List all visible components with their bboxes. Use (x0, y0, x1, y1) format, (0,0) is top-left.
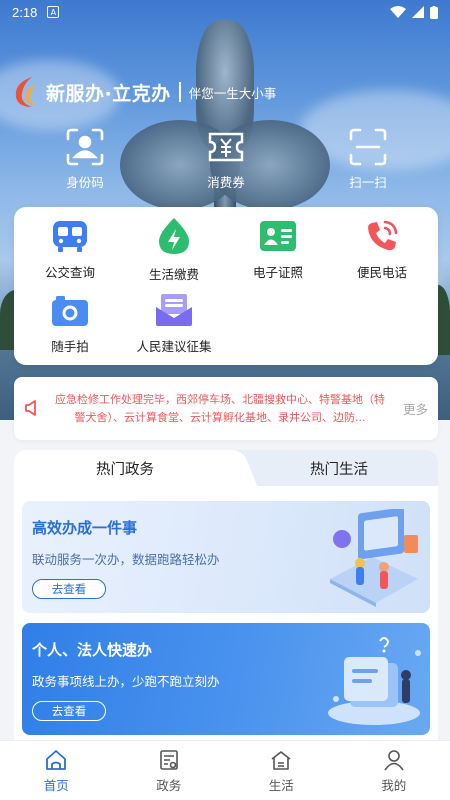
quick-action-label: 消费券 (207, 175, 245, 190)
nav-home[interactable]: 首页 (0, 741, 113, 800)
quick-action-scan[interactable]: 扫一扫 (328, 128, 408, 191)
brand-header: 新服办·立克办 伴您一生大小事 (10, 72, 276, 112)
promo-card-efficient[interactable]: 高效办成一件事 联动服务一次办，数据跑路轻松办 去查看 (22, 501, 430, 613)
wifi-icon (390, 6, 406, 18)
notification-badge: A (47, 6, 60, 18)
folder-illustration-icon (328, 637, 421, 725)
tab-label: 热门生活 (310, 461, 368, 478)
nav-life[interactable]: 生活 (225, 741, 338, 800)
notice-more-link[interactable]: 更多 (403, 399, 428, 418)
quick-action-id-code[interactable]: 身份码 (45, 128, 125, 191)
user-icon (384, 750, 404, 771)
tab-hot-life[interactable]: 热门生活 (226, 450, 438, 486)
signal-icon (412, 6, 424, 18)
notice-text: 应急检修工作处理完毕，西郊停车场、北疆搜救中心、特警基地（特警犬舍）、云计算食堂… (55, 393, 385, 424)
camera-icon (52, 296, 88, 326)
status-time: 2:18 (12, 4, 38, 20)
speaker-icon (25, 400, 36, 416)
brand-divider (178, 82, 181, 102)
nav-label: 政务 (156, 778, 182, 793)
tab-label: 热门政务 (96, 461, 154, 478)
promo-subtitle: 联动服务一次办，数据跑路轻松办 (32, 552, 220, 567)
promo-view-button[interactable]: 去查看 (32, 701, 106, 721)
promo-title: 个人、法人快速办 (32, 641, 153, 659)
service-e-license[interactable]: 电子证照 (226, 219, 330, 281)
status-bar: 2:18 A (0, 0, 450, 24)
coupon-icon (208, 132, 244, 162)
bottom-nav: 首页 政务 生活 我的 (0, 740, 450, 800)
nav-label: 首页 (43, 778, 69, 793)
nav-label: 生活 (268, 778, 294, 793)
promo-subtitle: 政务事项线上办，少跑不跑立刻办 (32, 674, 220, 689)
tab-hot-government[interactable]: 热门政务 (14, 450, 236, 486)
quick-action-label: 扫一扫 (349, 175, 387, 190)
service-label: 公交查询 (44, 265, 95, 280)
bus-icon (53, 221, 87, 252)
promo-title: 高效办成一件事 (32, 519, 138, 537)
id-code-icon (66, 128, 104, 166)
mail-icon (156, 294, 192, 326)
promo-view-button[interactable]: 去查看 (32, 579, 106, 599)
promo-card-quick[interactable]: 个人、法人快速办 政务事项线上办，少跑不跑立刻办 去查看 (22, 623, 430, 735)
service-label: 随手拍 (51, 339, 89, 354)
life-icon (271, 751, 291, 770)
service-snapshot[interactable]: 随手拍 (18, 293, 122, 355)
id-card-icon (260, 221, 296, 251)
service-label: 便民电话 (356, 265, 407, 280)
service-illustration-icon (330, 509, 418, 607)
phone-icon (368, 220, 398, 251)
brand-logo-icon (15, 77, 36, 107)
service-bus-query[interactable]: 公交查询 (18, 219, 122, 281)
nav-mine[interactable]: 我的 (338, 741, 450, 800)
service-utility-payment[interactable]: 生活缴费 (122, 217, 226, 283)
bolt-drop-icon (159, 218, 189, 254)
services-card: 公交查询 生活缴费 电子证照 便民电话 随手拍 人民建议征集 (14, 207, 438, 365)
home-icon (46, 750, 67, 770)
service-label: 生活缴费 (148, 267, 199, 282)
document-icon (159, 750, 178, 770)
nav-government[interactable]: 政务 (113, 741, 226, 800)
nav-label: 我的 (381, 778, 407, 793)
quick-action-coupon[interactable]: 消费券 (186, 128, 266, 191)
brand-name: 新服办·立克办 (46, 82, 171, 105)
service-hotline[interactable]: 便民电话 (330, 219, 434, 281)
service-label: 电子证照 (252, 265, 303, 280)
scan-icon (349, 128, 387, 166)
hot-panel: 热门生活 热门政务 高效办成一件事 联动服务一次办，数据跑路轻松办 去查看 个人… (14, 450, 438, 742)
service-label: 人民建议征集 (136, 339, 212, 354)
battery-icon (430, 5, 438, 19)
brand-slogan: 伴您一生大小事 (188, 85, 277, 101)
quick-action-label: 身份码 (66, 175, 104, 190)
service-suggestions[interactable]: 人民建议征集 (122, 293, 226, 355)
notice-bar[interactable]: 应急检修工作处理完毕，西郊停车场、北疆搜救中心、特警基地（特警犬舍）、云计算食堂… (14, 377, 438, 440)
